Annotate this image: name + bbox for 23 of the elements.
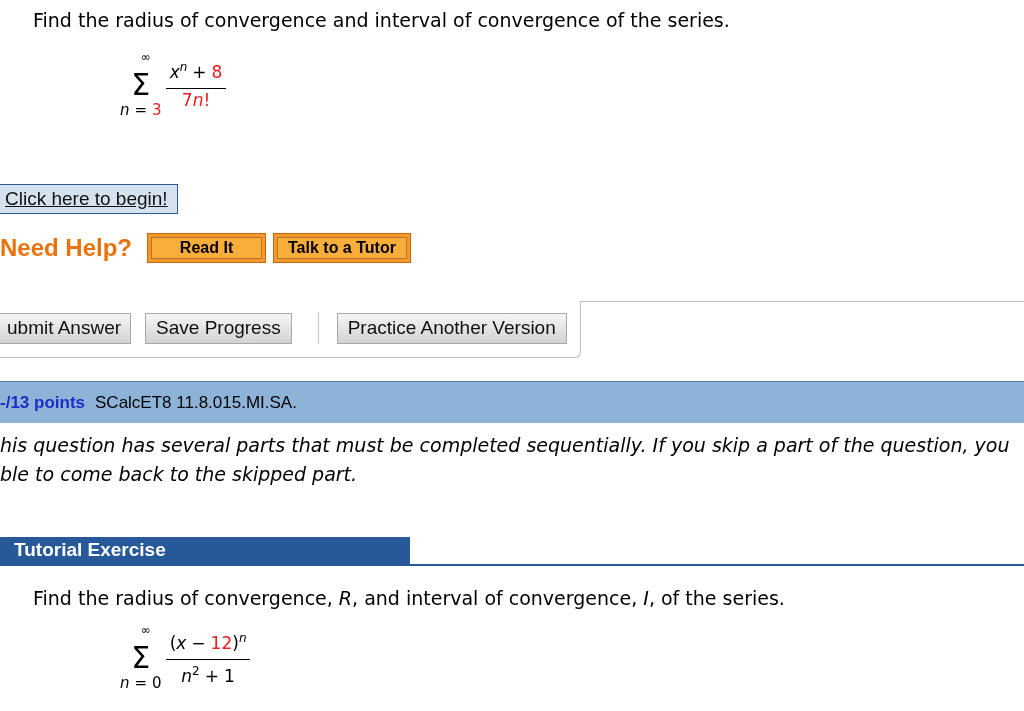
help-label: Need Help? bbox=[0, 233, 133, 263]
help-button[interactable]: Talk to a Tutor bbox=[273, 233, 411, 263]
points-text: -/13 points bbox=[0, 391, 85, 414]
summation-sign: Σ bbox=[131, 645, 151, 671]
denominator: n$^{2}$ + 1 bbox=[180, 662, 236, 686]
upper-limit: ∞ bbox=[140, 51, 151, 63]
begin-button[interactable]: Click here to begin! bbox=[0, 184, 178, 214]
lower-limit: n = 0 bbox=[120, 675, 162, 691]
instructions-text: his question has several parts that must be completed sequentially. If you skip a part of the question, you ble to come back to the skipped part. bbox=[0, 433, 1011, 487]
action-button[interactable]: ubmit Answer bbox=[0, 312, 132, 344]
lower-limit: n = 3 bbox=[120, 102, 162, 118]
denominator: 7n! bbox=[180, 91, 212, 110]
numerator: (x − 12)$^{n}$ bbox=[168, 629, 248, 653]
action-button[interactable]: Save Progress bbox=[145, 312, 292, 344]
question-prompt: Find the radius of convergence, R, and interval of convergence, I, of the series. bbox=[32, 587, 786, 609]
upper-limit: ∞ bbox=[140, 624, 151, 636]
action-button[interactable]: Practice Another Version bbox=[336, 312, 567, 344]
question-code: SCalcET8 11.8.015.MI.SA. bbox=[95, 391, 297, 414]
section-header: Tutorial Exercise bbox=[0, 537, 410, 564]
help-button[interactable]: Read It bbox=[147, 233, 267, 263]
question-prompt: Find the radius of convergence and interval of convergence of the series. bbox=[32, 9, 731, 31]
summation-sign: Σ bbox=[131, 72, 151, 98]
numerator: x$^{n}$ + 8 bbox=[168, 59, 224, 82]
